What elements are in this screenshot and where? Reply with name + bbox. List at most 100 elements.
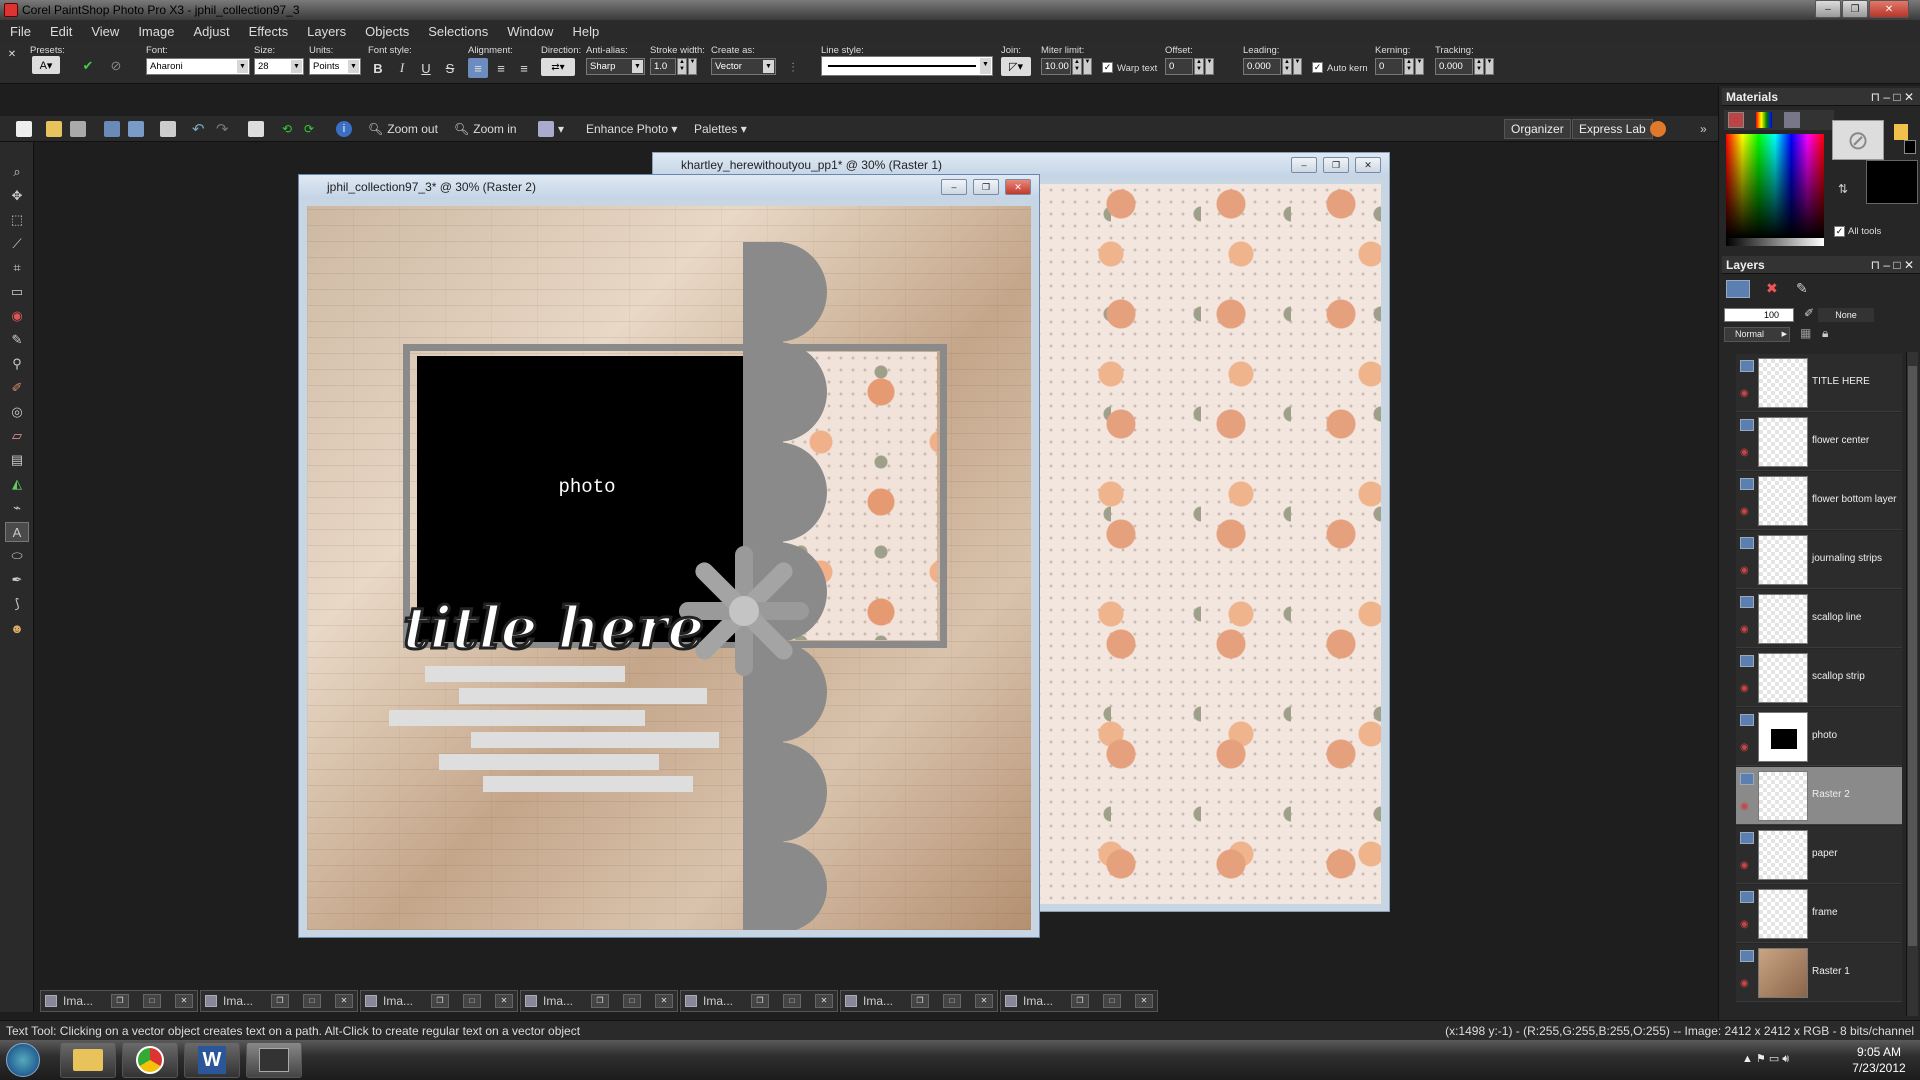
align-center-icon[interactable]: ≡ [491,58,511,78]
lighten-tool-icon[interactable]: ◎ [5,402,29,422]
layers-scrollbar[interactable] [1906,352,1918,1016]
print-icon[interactable] [160,119,180,139]
rotate-right-icon[interactable]: ⟳ [304,119,314,139]
menu-selections[interactable]: Selections [428,24,488,39]
minimized-window[interactable]: Ima... ❐ □ ✕ [40,990,198,1012]
units-select[interactable]: Points ▼ [309,58,361,75]
eye-icon[interactable]: ◉ [1740,742,1749,753]
eye-icon[interactable]: ◉ [1740,447,1749,458]
close-icon[interactable]: ✕ [1135,994,1153,1008]
stroke-spinner[interactable]: ▲ ▼ [677,58,687,75]
leading-input[interactable]: 0.000 [1243,58,1281,75]
taskbar-explorer[interactable] [60,1042,116,1078]
maximize-icon[interactable]: □ [943,994,961,1008]
antialias-select[interactable]: Sharp ▼ [586,58,645,75]
browse-icon[interactable] [70,119,90,139]
layer-row[interactable]: ◉ flower center [1736,413,1902,471]
straighten-tool-icon[interactable]: ▭ [5,282,29,302]
eye-icon[interactable]: ◉ [1740,801,1749,812]
move-tool-icon[interactable]: ✥ [5,186,29,206]
close-palette-icon[interactable]: ✕ [2,44,22,64]
eraser-tool-icon[interactable]: ▱ [5,426,29,446]
menu-objects[interactable]: Objects [365,24,409,39]
selection-tool-icon[interactable]: ⬚ [5,210,29,230]
restore-icon[interactable]: ❐ [1071,994,1089,1008]
layer-row[interactable]: ◉ frame [1736,885,1902,943]
miter-spinner[interactable]: ▲ ▼ [1072,58,1082,75]
eye-icon[interactable]: ◉ [1740,978,1749,989]
font-select[interactable]: Aharoni ▼ [146,58,250,75]
maximize-icon[interactable]: □ [463,994,481,1008]
tracking-spinner[interactable]: ▲ ▼ [1474,58,1484,75]
swap-colors-icon[interactable]: ⇅ [1838,182,1848,196]
art-media-icon[interactable]: ☻ [5,618,29,638]
line-style-select[interactable]: ▼ [821,56,993,76]
menu-view[interactable]: View [91,24,119,39]
express-lab-button[interactable]: Express Lab [1572,119,1653,139]
tracking-dropdown[interactable]: ▼ [1485,58,1494,75]
doc-close-button[interactable]: ✕ [1005,179,1031,195]
menu-image[interactable]: Image [138,24,174,39]
menu-help[interactable]: Help [572,24,599,39]
miter-dropdown[interactable]: ▼ [1083,58,1092,75]
rainbow-tab-icon[interactable] [1756,112,1772,128]
document-window-front[interactable]: jphil_collection97_3* @ 30% (Raster 2) –… [298,174,1040,938]
all-tools-checkbox[interactable]: ✓ [1834,226,1845,237]
screen-capture-icon[interactable] [248,119,268,139]
preset-shape-icon[interactable]: ⬭ [5,546,29,566]
dropper-tool-icon[interactable]: ⟋ [5,234,29,254]
lock-icon[interactable]: 🔒︎ [1822,326,1828,341]
cancel-icon[interactable]: ⊘ [106,56,126,76]
red-eye-tool-icon[interactable]: ◉ [5,306,29,326]
redo-icon[interactable]: ↷ [216,119,229,139]
blend-mode-select[interactable]: Normal ▶ [1724,327,1790,342]
menu-adjust[interactable]: Adjust [193,24,229,39]
swatch-tab-icon[interactable] [1728,112,1744,128]
kerning-spinner[interactable]: ▲ ▼ [1404,58,1414,75]
restore-icon[interactable]: ❐ [111,994,129,1008]
minimized-window[interactable]: Ima... ❐ □ ✕ [840,990,998,1012]
zoom-in-button[interactable]: 🔍︎ Zoom in [454,119,517,139]
kerning-input[interactable]: 0 [1375,58,1403,75]
layer-row-selected[interactable]: ◉ Raster 2 [1736,767,1902,825]
restore-icon[interactable]: ❐ [431,994,449,1008]
layer-row[interactable]: ◉ journaling strips [1736,531,1902,589]
rotate-left-icon[interactable]: ⟲ [282,119,292,139]
offset-input[interactable]: 0 [1165,58,1193,75]
restore-icon[interactable]: ❐ [751,994,769,1008]
size-select[interactable]: 28 ▼ [254,58,304,75]
stroke-width-input[interactable]: 1.0 [650,58,676,75]
align-left-icon[interactable]: ≡ [468,58,488,78]
menu-window[interactable]: Window [507,24,553,39]
restore-button[interactable]: ❐ [1842,0,1868,18]
doc-restore-button[interactable]: ❐ [973,179,999,195]
minimized-window[interactable]: Ima... ❐ □ ✕ [520,990,678,1012]
layer-row[interactable]: ◉ scallop line [1736,590,1902,648]
convert-text-icon[interactable]: ⫶ [783,58,803,78]
close-icon[interactable]: ✕ [815,994,833,1008]
warp-text-checkbox[interactable]: ✓ [1102,62,1113,73]
doc-close-button[interactable]: ✕ [1355,157,1381,173]
menu-edit[interactable]: Edit [50,24,72,39]
foreground-null-icon[interactable]: ⊘ [1832,120,1884,160]
paint-brush-icon[interactable]: ✐ [5,378,29,398]
maximize-icon[interactable]: □ [143,994,161,1008]
doc-minimize-button[interactable]: – [941,179,967,195]
maximize-icon[interactable]: □ [783,994,801,1008]
minimized-window[interactable]: Ima... ❐ □ ✕ [1000,990,1158,1012]
doc-minimize-button[interactable]: – [1291,157,1317,173]
palettes-menu[interactable]: Palettes ▾ [694,119,747,139]
menu-effects[interactable]: Effects [249,24,289,39]
save-as-icon[interactable] [128,119,148,139]
lock-transparency-icon[interactable]: ▦ [1800,326,1811,340]
miter-limit-input[interactable]: 10.00 [1041,58,1071,75]
open-file-icon[interactable] [46,119,66,139]
taskbar-paintshop[interactable] [246,1042,302,1078]
panel-controls-icon[interactable]: ⊓ – □ ✕ [1871,256,1914,274]
eye-icon[interactable]: ◉ [1740,860,1749,871]
doc-restore-button[interactable]: ❐ [1323,157,1349,173]
layer-row[interactable]: ◉ flower bottom layer [1736,472,1902,530]
align-right-icon[interactable]: ≡ [514,58,534,78]
layer-row[interactable]: ◉ TITLE HERE [1736,354,1902,412]
leading-spinner[interactable]: ▲ ▼ [1282,58,1292,75]
